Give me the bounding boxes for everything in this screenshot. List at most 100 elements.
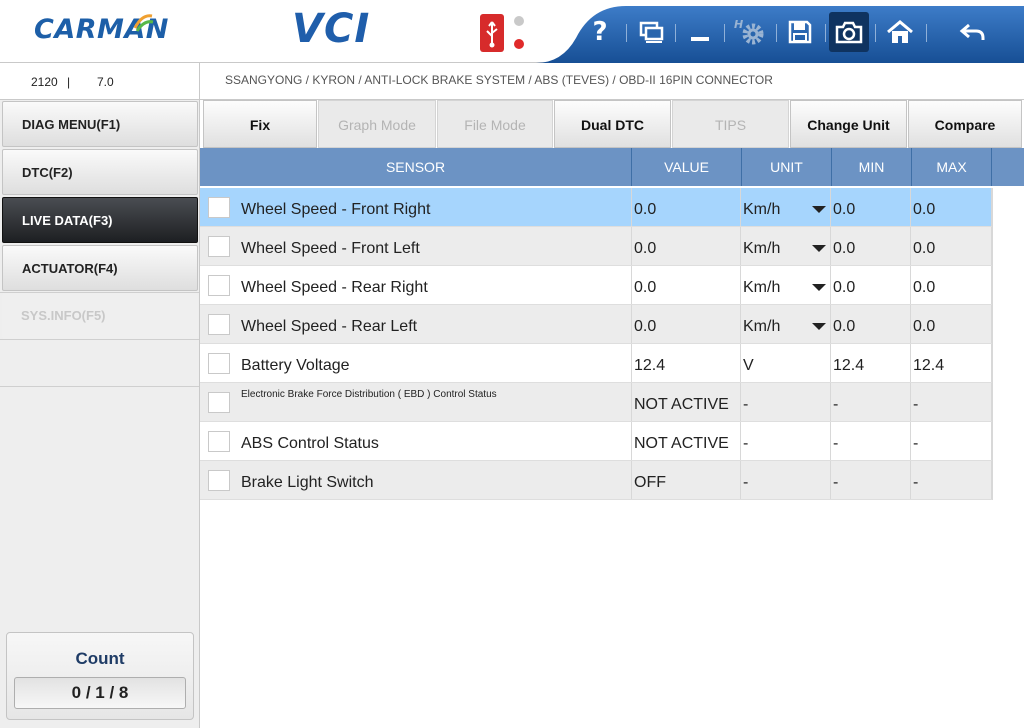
device-code: 2120 <box>31 75 58 89</box>
sensor-name: Battery Voltage <box>241 357 350 374</box>
column-header-min: MIN <box>832 148 912 186</box>
compare-button[interactable]: Compare <box>908 100 1022 148</box>
logo-swoosh-icon <box>133 14 154 32</box>
table-row[interactable]: Brake Light Switch OFF - - - <box>200 461 992 500</box>
info-bar: 2120 | 7.0 SSANGYONG / KYRON / ANTI-LOCK… <box>0 63 1024 100</box>
sensor-name: Wheel Speed - Rear Right <box>241 279 428 296</box>
row-checkbox[interactable] <box>208 431 230 452</box>
sidebar-item-diag-menu[interactable]: DIAG MENU(F1) <box>2 101 198 147</box>
sensor-value: NOT ACTIVE <box>631 383 741 421</box>
change-unit-button[interactable]: Change Unit <box>790 100 907 148</box>
unit-value: - <box>741 383 831 421</box>
help-button[interactable]: ? <box>580 12 620 52</box>
row-checkbox[interactable] <box>208 197 230 218</box>
min-value: 0.0 <box>831 305 911 343</box>
max-value: 0.0 <box>911 305 992 343</box>
count-value: 0 / 1 / 8 <box>14 677 186 709</box>
max-value: 0.0 <box>911 188 992 226</box>
unit-value: - <box>741 461 831 499</box>
fix-button[interactable]: Fix <box>203 100 317 148</box>
min-value: - <box>831 383 911 421</box>
table-row[interactable]: Battery Voltage 12.4 V 12.4 12.4 <box>200 344 992 383</box>
tips-button: TIPS <box>672 100 789 148</box>
chevron-down-icon[interactable] <box>812 323 826 330</box>
floppy-disk-icon <box>788 20 812 44</box>
usb-icon <box>480 14 504 52</box>
min-value: 0.0 <box>831 188 911 226</box>
toolbar-separator <box>825 24 826 42</box>
sensor-value: 12.4 <box>631 344 741 382</box>
max-value: 12.4 <box>911 344 992 382</box>
min-value: - <box>831 422 911 460</box>
app-header: CARMAN VCI ? H <box>0 0 1024 63</box>
row-checkbox[interactable] <box>208 314 230 335</box>
chevron-down-icon[interactable] <box>812 245 826 252</box>
max-value: - <box>911 461 992 499</box>
min-value: 0.0 <box>831 266 911 304</box>
sidebar-divider <box>0 386 199 387</box>
sensor-name: Electronic Brake Force Distribution ( EB… <box>241 389 497 400</box>
table-row[interactable]: Electronic Brake Force Distribution ( EB… <box>200 383 992 422</box>
table-header: SENSOR VALUE UNIT MIN MAX <box>200 148 1024 186</box>
back-button[interactable] <box>953 12 993 52</box>
sensor-name: ABS Control Status <box>241 435 379 452</box>
sensor-name: Wheel Speed - Front Right <box>241 201 431 218</box>
screen-button[interactable] <box>631 12 671 52</box>
capture-button[interactable] <box>829 12 869 52</box>
sensor-value: 0.0 <box>631 305 741 343</box>
sidebar-item-live-data[interactable]: LIVE DATA(F3) <box>2 197 198 243</box>
toolbar-separator <box>875 24 876 42</box>
sensor-value: 0.0 <box>631 188 741 226</box>
column-header-unit: UNIT <box>742 148 832 186</box>
toolbar-separator <box>926 24 927 42</box>
sidebar: DIAG MENU(F1) DTC(F2) LIVE DATA(F3) ACTU… <box>0 100 200 728</box>
sensor-value: 0.0 <box>631 227 741 265</box>
dual-dtc-button[interactable]: Dual DTC <box>554 100 671 148</box>
sensor-name: Wheel Speed - Front Left <box>241 240 420 257</box>
gear-icon: H <box>734 18 764 45</box>
chevron-down-icon[interactable] <box>812 284 826 291</box>
table-row[interactable]: Wheel Speed - Rear Right 0.0 Km/h 0.0 0.… <box>200 266 992 305</box>
file-mode-button: File Mode <box>437 100 553 148</box>
table-row[interactable]: Wheel Speed - Front Left 0.0 Km/h 0.0 0.… <box>200 227 992 266</box>
table-row[interactable]: Wheel Speed - Front Right 0.0 Km/h 0.0 0… <box>200 188 992 227</box>
save-button[interactable] <box>780 12 820 52</box>
row-checkbox[interactable] <box>208 470 230 491</box>
breadcrumb: SSANGYONG / KYRON / ANTI-LOCK BRAKE SYST… <box>225 73 773 87</box>
graph-mode-button: Graph Mode <box>318 100 436 148</box>
software-version: 7.0 <box>97 75 114 89</box>
question-mark-icon: ? <box>592 17 608 47</box>
unit-value: - <box>741 422 831 460</box>
row-checkbox[interactable] <box>208 353 230 374</box>
home-button[interactable] <box>880 12 920 52</box>
camera-icon <box>835 21 863 44</box>
chevron-down-icon[interactable] <box>812 206 826 213</box>
column-header-value: VALUE <box>632 148 742 186</box>
table-row[interactable]: Wheel Speed - Rear Left 0.0 Km/h 0.0 0.0 <box>200 305 992 344</box>
svg-text:H: H <box>734 18 743 31</box>
sidebar-item-actuator[interactable]: ACTUATOR(F4) <box>2 245 198 291</box>
minimize-button[interactable] <box>680 12 720 52</box>
min-value: 12.4 <box>831 344 911 382</box>
status-led-idle <box>514 16 524 26</box>
table-row[interactable]: ABS Control Status NOT ACTIVE - - - <box>200 422 992 461</box>
info-separator: | <box>67 75 71 89</box>
back-arrow-icon <box>959 23 985 40</box>
row-checkbox[interactable] <box>208 236 230 257</box>
max-value: - <box>911 383 992 421</box>
settings-button[interactable]: H <box>729 12 769 52</box>
count-panel: Count 0 / 1 / 8 <box>6 632 194 720</box>
toolbar-separator <box>776 24 777 42</box>
row-checkbox[interactable] <box>208 275 230 296</box>
table-scroll-gutter <box>992 188 1024 500</box>
sensor-name: Wheel Speed - Rear Left <box>241 318 418 335</box>
sidebar-divider <box>0 339 199 340</box>
sensor-name: Brake Light Switch <box>241 474 374 491</box>
status-led-active <box>514 39 524 49</box>
vci-title: VCI <box>292 6 371 52</box>
count-label: Count <box>75 649 125 668</box>
sidebar-item-dtc[interactable]: DTC(F2) <box>2 149 198 195</box>
toolbar-separator <box>724 24 725 42</box>
row-checkbox[interactable] <box>208 392 230 413</box>
max-value: 0.0 <box>911 227 992 265</box>
